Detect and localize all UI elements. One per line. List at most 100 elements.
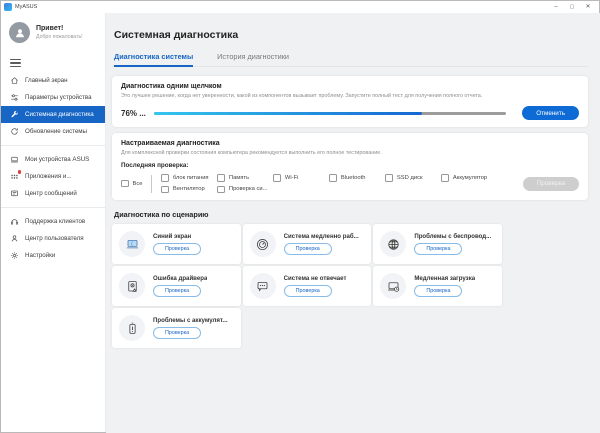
scenario-card-system-slow: Система медленно раб... Проверка [243, 224, 372, 264]
message-icon [10, 189, 19, 198]
scenario-section-title: Диагностика по сценарию [114, 210, 588, 219]
sidebar-item-customer-support[interactable]: Поддержка клиентов [0, 213, 105, 230]
checkbox-icon[interactable] [161, 186, 169, 194]
scenario-check-button[interactable]: Проверка [153, 243, 201, 255]
sidebar-item-label: Обновление системы [25, 128, 87, 135]
window-controls: – ▢ ✕ [548, 1, 596, 13]
progress-bar [154, 112, 506, 115]
bluescreen-icon: ( [119, 231, 145, 257]
one-click-title: Диагностика одним щелчком [121, 83, 579, 90]
scenario-card-label: Система медленно раб... [284, 233, 359, 240]
checkbox-label: Память [229, 175, 249, 181]
checkbox-area: Все блок питания Память [121, 174, 579, 193]
gear-icon [10, 251, 19, 260]
sidebar-item-label: Системная диагностика [25, 111, 94, 118]
sliders-icon [10, 93, 19, 102]
checkbox-power-supply[interactable]: блок питания [161, 174, 217, 182]
laptop-icon [10, 155, 19, 164]
maximize-icon[interactable]: ▢ [564, 1, 580, 13]
scenario-check-button[interactable]: Проверка [153, 285, 201, 297]
checkbox-label: Проверка си... [229, 186, 268, 192]
sidebar-nav: Главный экран Параметры устройства Систе… [0, 72, 105, 264]
sidebar-item-system-diagnostics[interactable]: Системная диагностика [0, 106, 105, 123]
checkbox-icon[interactable] [273, 174, 281, 182]
speedometer-icon [250, 231, 276, 257]
sidebar-item-system-update[interactable]: Обновление системы [0, 123, 105, 140]
progress-percent-label: 76% ... [121, 109, 146, 118]
scenario-card-slow-boot: Медленная загрузка Проверка [373, 266, 502, 306]
minimize-icon[interactable]: – [548, 1, 564, 13]
close-icon[interactable]: ✕ [580, 1, 596, 13]
one-click-progress-fill [154, 112, 422, 115]
tab-diagnostics-history[interactable]: История диагностики [217, 52, 289, 66]
scenario-check-button[interactable]: Проверка [284, 285, 332, 297]
scenario-card-label: Медленная загрузка [414, 275, 475, 282]
app-body: Привет! Добро пожаловать! Главный экран … [0, 13, 600, 433]
checkbox-label: Все [133, 181, 143, 187]
slow-boot-icon [380, 273, 406, 299]
checkbox-ssd[interactable]: SSD диск [385, 174, 441, 182]
checkbox-label: блок питания [173, 175, 209, 181]
scenario-grid: ( Синий экран Проверка Система медленно … [112, 224, 502, 348]
sidebar-item-apps[interactable]: Приложения и... [0, 168, 105, 185]
sidebar-item-settings[interactable]: Настройки [0, 247, 105, 264]
checkbox-group: блок питания Память Wi-Fi Bluetooth [161, 174, 522, 193]
scenario-check-button[interactable]: Проверка [153, 327, 201, 339]
custom-check-button[interactable]: Проверка [523, 177, 579, 191]
app-logo-icon [4, 3, 12, 11]
main-content: Системная диагностика Диагностика систем… [106, 13, 600, 433]
checkbox-icon[interactable] [441, 174, 449, 182]
sidebar-item-label: Центр пользователя [25, 235, 84, 242]
checkbox-icon[interactable] [161, 174, 169, 182]
scenario-check-button[interactable]: Проверка [414, 243, 462, 255]
greeting-subtitle: Добро пожаловать! [36, 34, 83, 40]
checkbox-icon[interactable] [217, 186, 225, 194]
headset-icon [10, 217, 19, 226]
checkbox-system-check[interactable]: Проверка си... [217, 186, 273, 194]
checkbox-battery[interactable]: Аккумулятор [441, 174, 497, 182]
sidebar-item-device-settings[interactable]: Параметры устройства [0, 89, 105, 106]
sidebar-item-user-center[interactable]: Центр пользователя [0, 230, 105, 247]
sidebar-item-label: Настройки [25, 252, 55, 259]
scenario-card-label: Проблемы с беспровод... [414, 233, 491, 240]
divider [151, 175, 152, 193]
checkbox-all[interactable]: Все [121, 180, 143, 188]
custom-title: Настраиваемая диагностика [121, 140, 579, 147]
refresh-icon [10, 127, 19, 136]
globe-icon [380, 231, 406, 257]
tab-system-diagnostics[interactable]: Диагностика системы [114, 52, 193, 67]
person-icon [10, 234, 19, 243]
checkbox-icon[interactable] [121, 180, 129, 188]
scenario-card-label: Ошибка драйвера [153, 275, 207, 282]
sidebar-item-home[interactable]: Главный экран [0, 72, 105, 89]
home-icon [10, 76, 19, 85]
sidebar-item-message-center[interactable]: Центр сообщений [0, 185, 105, 202]
checkbox-bluetooth[interactable]: Bluetooth [329, 174, 385, 182]
hamburger-menu-icon[interactable] [10, 59, 21, 67]
titlebar: MyASUS – ▢ ✕ [0, 0, 600, 13]
checkbox-icon[interactable] [217, 174, 225, 182]
one-click-description: Это лучшее решение, когда нет уверенност… [121, 93, 579, 99]
user-profile[interactable]: Привет! Добро пожаловать! [0, 13, 105, 47]
scenario-card-label: Проблемы с аккумулят... [153, 317, 228, 324]
scenario-card-label: Синий экран [153, 233, 191, 240]
sidebar-item-label: Главный экран [25, 77, 68, 84]
sidebar-item-label: Приложения и... [25, 173, 72, 180]
scenario-check-button[interactable]: Проверка [414, 285, 462, 297]
checkbox-label: SSD диск [397, 175, 423, 181]
scenario-check-button[interactable]: Проверка [284, 243, 332, 255]
checkbox-label: Bluetooth [341, 175, 366, 181]
sidebar-item-my-asus-devices[interactable]: Мои устройства ASUS [0, 151, 105, 168]
battery-warning-icon [119, 315, 145, 341]
cancel-button[interactable]: Отменить [522, 106, 579, 120]
checkbox-icon[interactable] [329, 174, 337, 182]
avatar [9, 22, 30, 43]
checkbox-fan[interactable]: Вентилятор [161, 186, 217, 194]
checkbox-label: Wi-Fi [285, 175, 299, 181]
sidebar-item-label: Поддержка клиентов [25, 218, 85, 225]
divider [0, 207, 105, 208]
checkbox-icon[interactable] [385, 174, 393, 182]
checkbox-memory[interactable]: Память [217, 174, 273, 182]
divider [0, 145, 105, 146]
checkbox-wifi[interactable]: Wi-Fi [273, 174, 329, 182]
